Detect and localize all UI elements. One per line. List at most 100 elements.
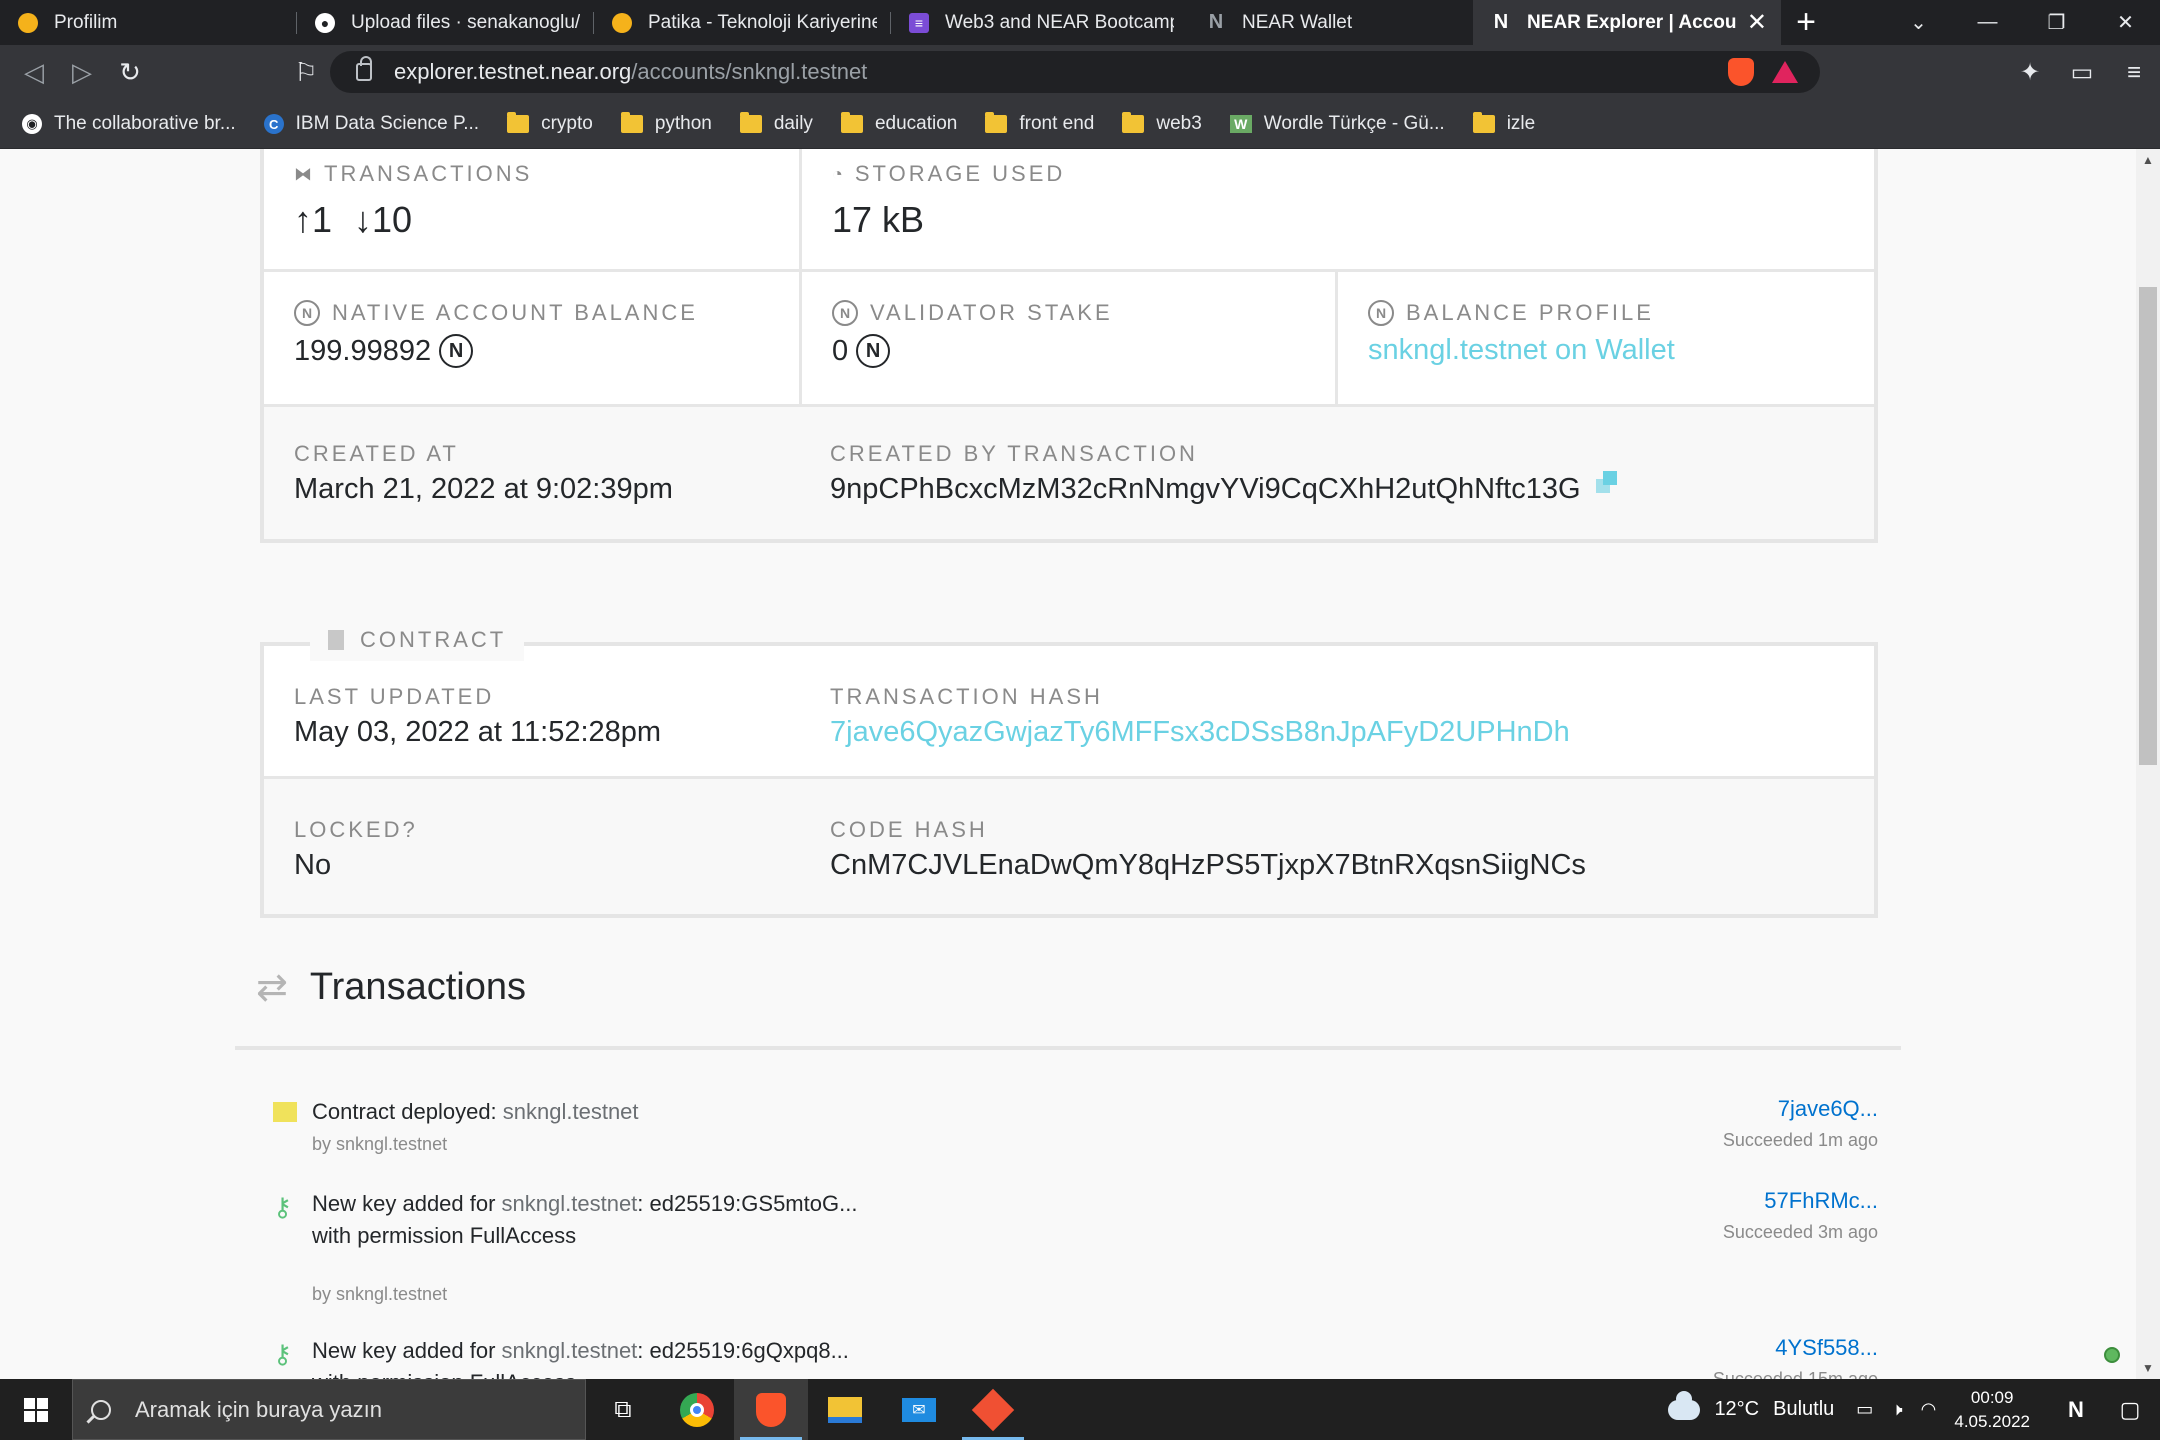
account-link[interactable]: snkngl.testnet [502,1191,638,1216]
contract-bottom-row: LOCKED? No CODE HASH CnM7CJVLEnaDwQmY8qH… [264,779,1874,914]
patika-icon [18,12,38,33]
git-icon [971,1388,1015,1431]
account-link[interactable]: snkngl.testnet [502,1338,638,1363]
address-bar[interactable]: explorer.testnet.near.org/accounts/snkng… [330,51,1820,93]
bookmark-label: python [654,113,712,134]
restore-button[interactable]: ❐ [2022,0,2091,45]
bookmark-wordle[interactable]: W Wordle Türkçe - Gü... [1229,113,1445,135]
created-at-value: March 21, 2022 at 9:02:39pm [294,473,673,505]
tab-github-upload[interactable]: ● Upload files · senakanoglu/intr [297,0,594,45]
bookmark-label: Wordle Türkçe - Gü... [1263,113,1445,134]
bookmark-ibm[interactable]: C IBM Data Science P... [263,113,479,135]
tab-patika[interactable]: Patika - Teknoloji Kariyerine Er [594,0,891,45]
list-icon: ≡ [909,12,929,33]
taskbar-git[interactable] [956,1379,1030,1440]
search-placeholder: Aramak için buraya yazın [135,1396,382,1422]
volume-icon[interactable]: 🕨 [1891,1399,1902,1420]
tab-search-icon[interactable]: ⌄ [1884,0,1953,45]
folder-icon [620,112,643,133]
contract-heading: CONTRACT [310,619,525,661]
tab-label: Web3 and NEAR Bootcamp - I [945,11,1174,33]
bookmark-crypto[interactable]: crypto [507,112,593,135]
key-icon: ⚷ [273,1339,293,1369]
close-window-button[interactable]: ✕ [2091,0,2160,45]
balance-profile-cell: N BALANCE PROFILE snkngl.testnet on Walle… [1338,272,1874,404]
file-explorer-icon [828,1396,862,1423]
scroll-down-icon[interactable]: ▼ [2136,1361,2160,1375]
wordle-icon: W [1229,115,1252,133]
wifi-icon[interactable]: ◠ [1921,1399,1937,1420]
bookmark-notion[interactable]: ◉ The collaborative br... [22,113,236,135]
tab-near-wallet[interactable]: N NEAR Wallet [1188,0,1473,45]
page-scrollbar[interactable]: ▲ ▼ [2136,149,2160,1379]
bookmark-daily[interactable]: daily [739,112,813,135]
close-tab-icon[interactable]: ✕ [1747,8,1767,37]
copy-icon[interactable] [1596,471,1618,493]
folder-icon [507,112,530,133]
tab-web3-bootcamp[interactable]: ≡ Web3 and NEAR Bootcamp - I [891,0,1188,45]
bookmark-python[interactable]: python [620,112,712,135]
transaction-hash-link[interactable]: 57FhRMc... [1764,1188,1878,1214]
storage-cell: ◔ STORAGE USED 17 kB [802,149,1874,269]
account-link[interactable]: snkngl.testnet [503,1099,639,1124]
last-updated-value: May 03, 2022 at 11:52:28pm [294,716,662,748]
wallet-icon[interactable]: ▭ [2056,58,2108,87]
forward-icon[interactable]: ▷ [58,49,106,97]
lock-icon [356,56,372,81]
weather-desc: Bulutlu [1773,1398,1835,1420]
minimize-button[interactable]: — [1953,0,2022,45]
bookmark-izle[interactable]: izle [1472,112,1535,135]
back-icon[interactable]: ◁ [10,49,58,97]
contract-icon [273,1102,297,1122]
brave-rewards-icon[interactable] [1772,61,1798,83]
transaction-signer: by snkngl.testnet [312,1134,448,1154]
storage-label: ◔ STORAGE USED [832,161,1066,186]
tx-hash-label: TRANSACTION HASH [830,684,1103,709]
task-view-button[interactable]: ⧉ [586,1379,660,1440]
menu-icon[interactable]: ≡ [2108,59,2160,87]
folder-icon [985,112,1008,133]
taskbar-mail[interactable]: ✉ [882,1379,956,1440]
locked-label: LOCKED? [294,817,418,842]
transactions-count: ↑1 ↓10 [294,199,412,241]
bookmark-web3[interactable]: web3 [1122,112,1202,135]
taskbar-file-explorer[interactable] [808,1379,882,1440]
tab-profilim[interactable]: Profilim [0,0,297,45]
new-tab-button[interactable]: + [1781,0,1831,45]
clock-date: 4.05.2022 [1954,1411,2030,1431]
taskbar-search[interactable]: Aramak için buraya yazın [72,1379,586,1440]
taskbar-chrome[interactable] [660,1379,734,1440]
notifications-icon[interactable]: ▢ [2100,1397,2160,1423]
clock[interactable]: 00:09 4.05.2022 [1954,1386,2030,1434]
transaction-row[interactable]: ⚷ New key added for snkngl.testnet: ed25… [270,1188,1878,1304]
wallet-profile-link[interactable]: snkngl.testnet on Wallet [1368,334,1675,367]
near-token-icon: N [294,300,320,326]
transaction-row[interactable]: Contract deployed: snkngl.testnet by snk… [270,1096,1878,1176]
github-icon: ● [315,12,335,33]
tab-near-explorer[interactable]: N NEAR Explorer | Account ✕ [1473,0,1781,45]
contract-tx-hash-link[interactable]: 7jave6QyazGwjazTy6MFFsx3cDSsB8nJpAFyD2UP… [830,716,1570,749]
transaction-row[interactable]: ⚷ New key added for snkngl.testnet: ed25… [270,1335,1878,1379]
scrollbar-thumb[interactable] [2139,287,2157,765]
near-tray-icon[interactable]: N [2052,1397,2100,1423]
code-hash-label: CODE HASH [830,817,988,842]
bookmark-icon[interactable]: ⚐ [282,49,330,97]
battery-icon[interactable]: ▭ [1856,1399,1873,1420]
start-button[interactable] [0,1379,72,1440]
scroll-up-icon[interactable]: ▲ [2136,153,2160,167]
transaction-status: Succeeded 15m ago [1712,1369,1878,1379]
weather-widget[interactable]: 12°C Bulutlu [1668,1390,1835,1421]
mail-icon: ✉ [902,1397,936,1422]
created-by-tx-hash[interactable]: 9npCPhBcxcMzM32cRnNmgvYVi9CqCXhH2utQhNft… [830,473,1581,506]
bookmark-front-end[interactable]: front end [985,112,1094,135]
extensions-icon[interactable]: ✦ [2004,58,2056,87]
transaction-hash-link[interactable]: 4YSf558... [1775,1335,1878,1361]
brave-icon [756,1392,786,1427]
status-indicator-icon [2104,1347,2120,1363]
folder-icon [1472,112,1495,133]
reload-icon[interactable]: ↻ [106,49,154,97]
taskbar-brave[interactable] [734,1379,808,1440]
bookmark-education[interactable]: education [840,112,957,135]
brave-shield-icon[interactable] [1728,58,1754,86]
transaction-hash-link[interactable]: 7jave6Q... [1778,1096,1878,1122]
